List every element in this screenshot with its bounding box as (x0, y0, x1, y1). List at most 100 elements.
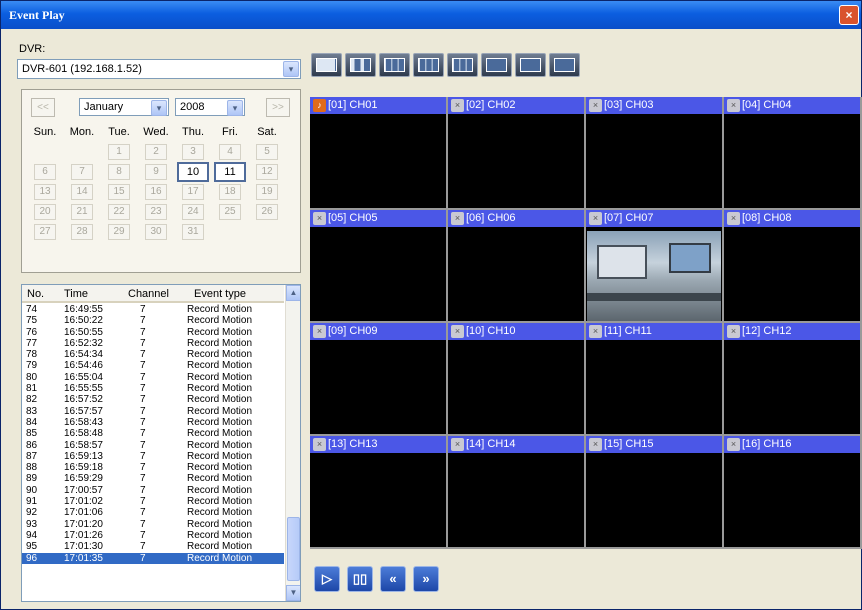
speaker-muted-icon[interactable]: × (451, 99, 464, 112)
channel-tile[interactable]: ♪ [01] CH01 (310, 97, 446, 208)
event-row[interactable]: 94 17:01:26 7 Record Motion (22, 530, 284, 541)
calendar-day[interactable]: 21 (71, 204, 93, 220)
calendar-day[interactable]: 19 (256, 184, 278, 200)
event-row[interactable]: 92 17:01:06 7 Record Motion (22, 507, 284, 518)
calendar-day[interactable]: 13 (34, 184, 56, 200)
layout-1-button[interactable] (311, 53, 342, 77)
rewind-button[interactable]: « (380, 566, 406, 592)
event-row[interactable]: 76 16:50:55 7 Record Motion (22, 327, 284, 338)
calendar-day[interactable]: 12 (256, 164, 278, 180)
calendar-day[interactable]: 15 (108, 184, 130, 200)
channel-tile[interactable]: × [04] CH04 (724, 97, 860, 208)
scroll-thumb[interactable] (287, 517, 300, 581)
speaker-muted-icon[interactable]: × (313, 212, 326, 225)
event-row[interactable]: 88 16:59:18 7 Record Motion (22, 462, 284, 473)
channel-tile[interactable]: × [11] CH11 (586, 323, 722, 434)
speaker-muted-icon[interactable]: × (451, 212, 464, 225)
calendar-day[interactable]: 18 (219, 184, 241, 200)
channel-tile[interactable]: × [13] CH13 (310, 436, 446, 547)
channel-tile[interactable]: × [14] CH14 (448, 436, 584, 547)
fast-forward-button[interactable]: » (413, 566, 439, 592)
calendar-day[interactable]: 5 (256, 144, 278, 160)
speaker-muted-icon[interactable]: × (451, 325, 464, 338)
chevron-down-icon[interactable]: ▾ (283, 61, 299, 77)
speaker-muted-icon[interactable]: × (727, 212, 740, 225)
channel-tile[interactable]: × [16] CH16 (724, 436, 860, 547)
column-header-time[interactable]: Time (64, 288, 88, 302)
calendar-day[interactable]: 24 (182, 204, 204, 220)
speaker-muted-icon[interactable]: × (727, 99, 740, 112)
event-list-scrollbar[interactable]: ▲ ▼ (285, 285, 300, 601)
event-row[interactable]: 83 16:57:57 7 Record Motion (22, 406, 284, 417)
channel-tile[interactable]: × [02] CH02 (448, 97, 584, 208)
calendar-day[interactable]: 11 (214, 162, 246, 182)
play-button[interactable]: ▷ (314, 566, 340, 592)
calendar-day[interactable]: 2 (145, 144, 167, 160)
calendar-day[interactable]: 10 (177, 162, 209, 182)
event-row[interactable]: 89 16:59:29 7 Record Motion (22, 473, 284, 484)
calendar-day[interactable]: 22 (108, 204, 130, 220)
prev-month-button[interactable]: << (31, 98, 55, 117)
calendar-day[interactable]: 8 (108, 164, 130, 180)
channel-tile[interactable]: × [15] CH15 (586, 436, 722, 547)
event-row[interactable]: 77 16:52:32 7 Record Motion (22, 338, 284, 349)
calendar-day[interactable]: 23 (145, 204, 167, 220)
column-header-no[interactable]: No. (27, 288, 44, 302)
event-row[interactable]: 82 16:57:52 7 Record Motion (22, 394, 284, 405)
calendar-day[interactable]: 6 (34, 164, 56, 180)
calendar-day[interactable]: 28 (71, 224, 93, 240)
title-bar[interactable]: Event Play × (1, 1, 861, 29)
channel-tile[interactable]: × [07] CH07 (586, 210, 722, 321)
speaker-muted-icon[interactable]: × (589, 212, 602, 225)
layout-6-button[interactable] (379, 53, 410, 77)
event-row[interactable]: 84 16:58:43 7 Record Motion (22, 417, 284, 428)
calendar-day[interactable]: 17 (182, 184, 204, 200)
event-row[interactable]: 85 16:58:48 7 Record Motion (22, 428, 284, 439)
channel-tile[interactable]: × [03] CH03 (586, 97, 722, 208)
next-month-button[interactable]: >> (266, 98, 290, 117)
layout-10-button[interactable] (481, 53, 512, 77)
pause-button[interactable]: ▯▯ (347, 566, 373, 592)
event-row[interactable]: 93 17:01:20 7 Record Motion (22, 519, 284, 530)
event-row[interactable]: 80 16:55:04 7 Record Motion (22, 372, 284, 383)
layout-8-button[interactable] (413, 53, 444, 77)
speaker-muted-icon[interactable]: × (589, 325, 602, 338)
calendar-day[interactable]: 14 (71, 184, 93, 200)
close-button[interactable]: × (839, 5, 859, 25)
calendar-day[interactable]: 3 (182, 144, 204, 160)
speaker-muted-icon[interactable]: × (589, 99, 602, 112)
channel-tile[interactable]: × [12] CH12 (724, 323, 860, 434)
speaker-muted-icon[interactable]: × (313, 438, 326, 451)
event-row[interactable]: 90 17:00:57 7 Record Motion (22, 485, 284, 496)
calendar-day[interactable]: 9 (145, 164, 167, 180)
calendar-day[interactable]: 30 (145, 224, 167, 240)
channel-tile[interactable]: × [09] CH09 (310, 323, 446, 434)
calendar-day[interactable]: 31 (182, 224, 204, 240)
calendar-day[interactable]: 1 (108, 144, 130, 160)
calendar-day[interactable]: 4 (219, 144, 241, 160)
event-row[interactable]: 78 16:54:34 7 Record Motion (22, 349, 284, 360)
event-row[interactable]: 95 17:01:30 7 Record Motion (22, 541, 284, 552)
channel-tile[interactable]: × [06] CH06 (448, 210, 584, 321)
channel-tile[interactable]: × [08] CH08 (724, 210, 860, 321)
layout-4-button[interactable] (345, 53, 376, 77)
scroll-up-icon[interactable]: ▲ (286, 285, 300, 301)
speaker-muted-icon[interactable]: × (727, 325, 740, 338)
speaker-muted-icon[interactable]: × (313, 325, 326, 338)
calendar-day[interactable]: 16 (145, 184, 167, 200)
channel-tile[interactable]: × [05] CH05 (310, 210, 446, 321)
calendar-day[interactable]: 25 (219, 204, 241, 220)
layout-9-button[interactable] (447, 53, 478, 77)
year-select[interactable]: 2008 ▾ (175, 98, 245, 116)
speaker-on-icon[interactable]: ♪ (313, 99, 326, 112)
calendar-day[interactable]: 20 (34, 204, 56, 220)
speaker-muted-icon[interactable]: × (451, 438, 464, 451)
month-select[interactable]: January ▾ (79, 98, 169, 116)
layout-16-button[interactable] (549, 53, 580, 77)
channel-tile[interactable]: × [10] CH10 (448, 323, 584, 434)
event-row[interactable]: 81 16:55:55 7 Record Motion (22, 383, 284, 394)
chevron-down-icon[interactable]: ▾ (227, 100, 243, 116)
speaker-muted-icon[interactable]: × (727, 438, 740, 451)
event-row[interactable]: 75 16:50:22 7 Record Motion (22, 315, 284, 326)
chevron-down-icon[interactable]: ▾ (151, 100, 167, 116)
